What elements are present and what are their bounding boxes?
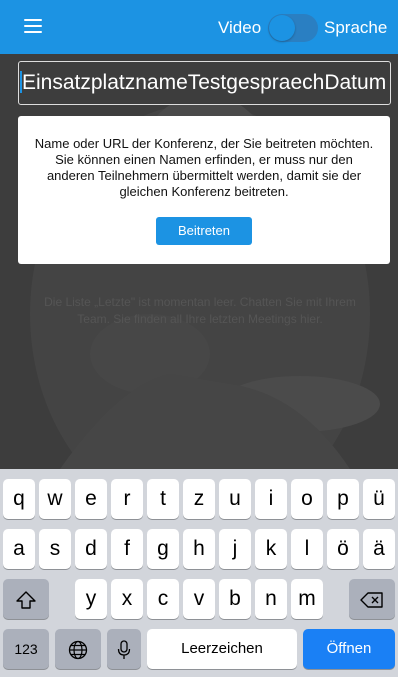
- key-i[interactable]: i: [255, 479, 287, 519]
- open-key[interactable]: Öffnen: [303, 629, 395, 669]
- key-oe[interactable]: ö: [327, 529, 359, 569]
- key-t[interactable]: t: [147, 479, 179, 519]
- key-u[interactable]: u: [219, 479, 251, 519]
- key-a[interactable]: a: [3, 529, 35, 569]
- conference-name-input[interactable]: EinsatzplatznameTestgespraechDatum: [18, 61, 391, 105]
- key-o[interactable]: o: [291, 479, 323, 519]
- top-bar: Video Sprache: [0, 0, 398, 54]
- key-b[interactable]: b: [219, 579, 251, 619]
- key-n[interactable]: n: [255, 579, 287, 619]
- toggle-knob: [269, 15, 295, 41]
- space-key[interactable]: Leerzeichen: [147, 629, 297, 669]
- info-card: Name oder URL der Konferenz, der Sie bei…: [18, 116, 390, 264]
- backspace-icon: [360, 592, 383, 608]
- globe-key[interactable]: [55, 629, 101, 669]
- key-f[interactable]: f: [111, 529, 143, 569]
- key-p[interactable]: p: [327, 479, 359, 519]
- key-j[interactable]: j: [219, 529, 251, 569]
- language-button[interactable]: Sprache: [324, 18, 387, 38]
- key-g[interactable]: g: [147, 529, 179, 569]
- backspace-key[interactable]: [349, 579, 395, 619]
- empty-recent-text: Die Liste „Letzte" ist momentan leer. Ch…: [44, 295, 356, 326]
- video-label: Video: [218, 18, 262, 37]
- microphone-icon: [117, 640, 131, 660]
- conference-name-value: EinsatzplatznameTestgespraechDatum: [22, 71, 387, 94]
- keyboard: q w e r t z u i o p ü a s d f g h j k l …: [0, 469, 398, 677]
- shift-key[interactable]: [3, 579, 49, 619]
- dictation-key[interactable]: [107, 629, 141, 669]
- key-m[interactable]: m: [291, 579, 323, 619]
- key-k[interactable]: k: [255, 529, 287, 569]
- key-s[interactable]: s: [39, 529, 71, 569]
- key-r[interactable]: r: [111, 479, 143, 519]
- numbers-key[interactable]: 123: [3, 629, 49, 669]
- key-c[interactable]: c: [147, 579, 179, 619]
- key-ue[interactable]: ü: [363, 479, 395, 519]
- key-x[interactable]: x: [111, 579, 143, 619]
- info-text: Name oder URL der Konferenz, der Sie bei…: [34, 136, 374, 199]
- menu-icon[interactable]: [24, 19, 42, 33]
- key-h[interactable]: h: [183, 529, 215, 569]
- key-z[interactable]: z: [183, 479, 215, 519]
- join-button[interactable]: Beitreten: [156, 217, 252, 245]
- shift-icon: [16, 591, 36, 609]
- key-v[interactable]: v: [183, 579, 215, 619]
- key-l[interactable]: l: [291, 529, 323, 569]
- key-e[interactable]: e: [75, 479, 107, 519]
- globe-icon: [68, 641, 88, 660]
- key-ae[interactable]: ä: [363, 529, 395, 569]
- key-w[interactable]: w: [39, 479, 71, 519]
- video-toggle[interactable]: [268, 14, 318, 42]
- key-q[interactable]: q: [3, 479, 35, 519]
- key-d[interactable]: d: [75, 529, 107, 569]
- key-y[interactable]: y: [75, 579, 107, 619]
